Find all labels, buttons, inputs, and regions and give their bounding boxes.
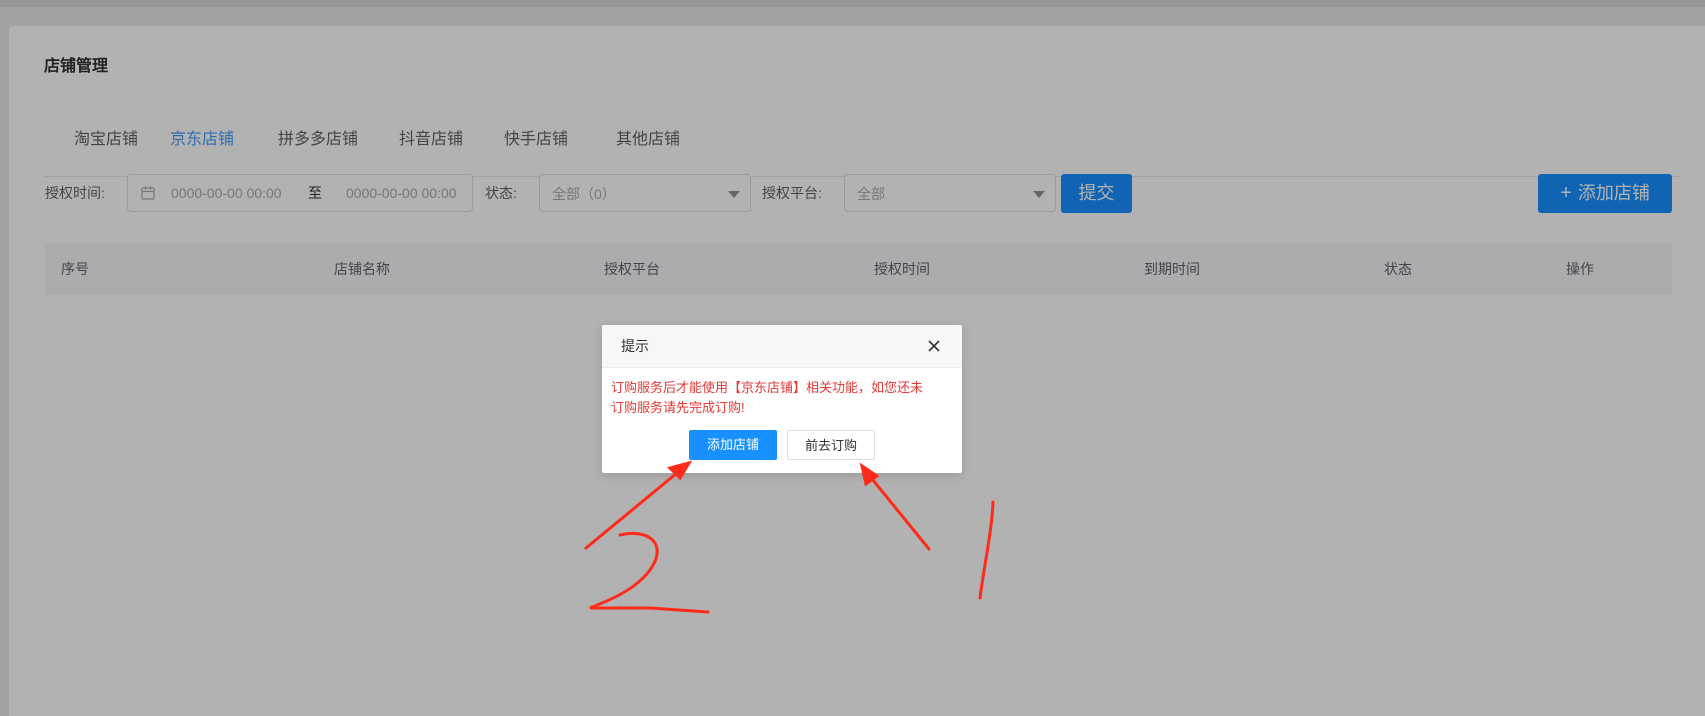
handwritten-number-1 [978, 500, 995, 600]
hand-drawn-annotations [584, 460, 995, 614]
arrow-2-annotation [584, 460, 693, 550]
arrow-1-annotation [859, 462, 931, 551]
handwritten-number-2 [589, 532, 710, 614]
